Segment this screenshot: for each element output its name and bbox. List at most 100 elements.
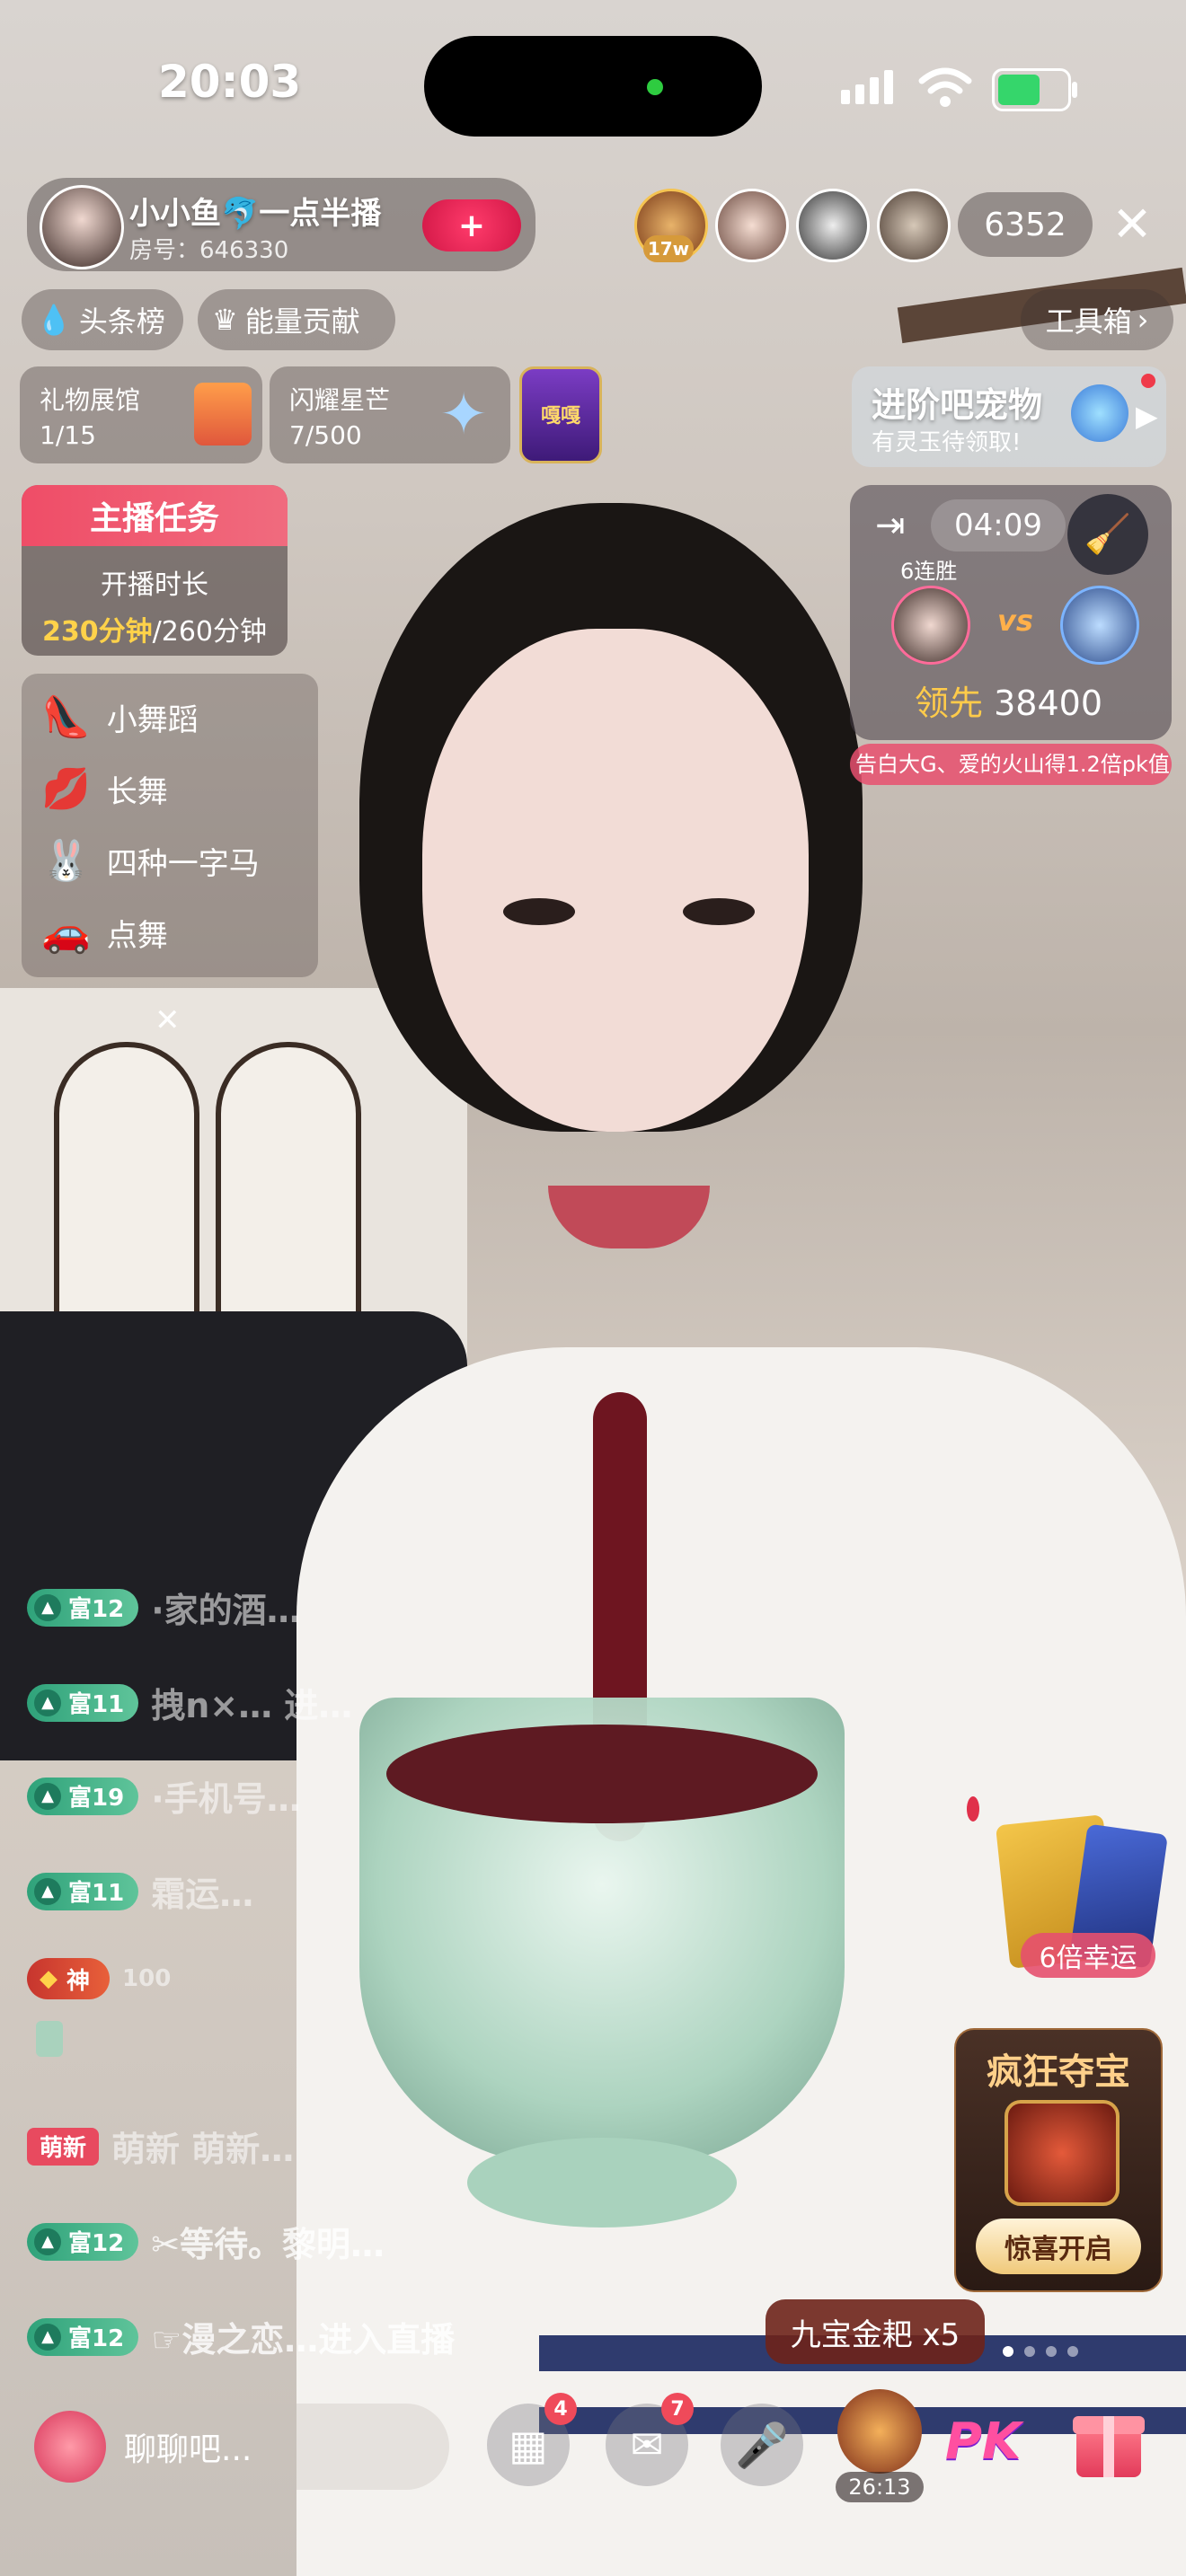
close-icon[interactable]: ✕ — [1107, 199, 1157, 250]
chat-message[interactable]: ◆ 神 100 — [27, 1958, 171, 1999]
viewer-avatar[interactable] — [715, 189, 789, 262]
viewer-avatar[interactable] — [796, 189, 870, 262]
level-badge: ▲ 富12 — [27, 2222, 139, 2261]
menu-item-label: 四种一字马 — [106, 845, 260, 882]
pet-banner-title: 进阶吧宠物 — [872, 385, 1043, 425]
menu-item-label: 长舞 — [106, 773, 168, 810]
energy-contribution-button[interactable]: ♛ 能量贡献 — [198, 289, 395, 350]
chevron-right-icon: › — [1137, 303, 1149, 337]
chat-text: ☞漫之恋…进入直播 — [151, 2320, 456, 2360]
pet-icon — [1071, 384, 1128, 442]
streamer-task-card[interactable]: 主播任务 开播时长 230分钟/260分钟 — [22, 485, 288, 656]
menu-item-small-dance[interactable]: 👠 小舞蹈 — [41, 693, 199, 740]
level-badge: ▲ 富11 — [27, 1683, 139, 1722]
signal-icon — [841, 70, 893, 104]
gift-event-button[interactable] — [837, 2389, 922, 2474]
streamer-avatar[interactable] — [40, 185, 124, 269]
pk-lead-label: 领先 — [915, 684, 984, 723]
face — [422, 629, 809, 1132]
gift-button[interactable] — [1073, 2404, 1145, 2481]
chat-text: 100 — [122, 1965, 172, 1992]
gift-gallery-value: 1/15 — [40, 420, 96, 450]
cup-wine — [386, 1725, 818, 1823]
microphone-button[interactable]: 🎤 — [721, 2404, 803, 2486]
lips-icon: 💋 — [41, 766, 91, 812]
bunny-icon: 🐰 — [41, 838, 91, 884]
close-menu-icon[interactable]: ✕ — [155, 1002, 181, 1038]
streamer-card[interactable]: 小小鱼🐬一点半播 房号：646330 + — [27, 178, 535, 271]
chat-message[interactable]: ▲ 富11 拽n×… 进… — [27, 1678, 352, 1727]
menu-item-split[interactable]: 🐰 四种一字马 — [41, 837, 260, 884]
pk-vs: vs — [997, 604, 1033, 638]
medal-badge[interactable]: 嘎嘎 — [519, 366, 602, 463]
energy-label: 能量贡献 — [244, 304, 360, 339]
gift-event-timer: 26:13 — [836, 2472, 924, 2502]
follow-button[interactable]: + — [422, 199, 521, 251]
chat-message[interactable]: ▲ 富12 ·家的酒… — [27, 1583, 301, 1632]
chat-message[interactable]: ▲ 富12 ✂等待。黎明… — [27, 2217, 385, 2266]
treasure-title: 疯狂夺宝 — [987, 2051, 1130, 2093]
chat-message[interactable]: ▲ 富19 ·手机号… — [27, 1771, 301, 1821]
task-total: /260分钟 — [152, 616, 267, 648]
chat-text: 拽n×… 进… — [151, 1686, 353, 1725]
headline-rank-button[interactable]: 💧 头条榜 — [22, 289, 183, 350]
treasure-chest-icon — [1005, 2100, 1120, 2206]
chat-message[interactable]: 萌新 萌新 萌新… — [27, 2122, 294, 2171]
notification-dot — [967, 1796, 979, 1822]
toolbox-button[interactable]: 工具箱 › — [1021, 289, 1173, 350]
shining-star-title: 闪耀星芒 — [289, 385, 391, 415]
camera-indicator — [647, 79, 663, 95]
level-badge: ▲ 富12 — [27, 1588, 139, 1627]
pk-button[interactable]: PK — [945, 2413, 1021, 2471]
pk-avatar-right[interactable] — [1060, 586, 1139, 665]
level-badge: ▲ 富19 — [27, 1777, 139, 1815]
task-progress: 230分钟 — [42, 616, 153, 648]
chat-message[interactable]: ▲ 富11 霜运… — [27, 1866, 253, 1916]
car-icon: 🚗 — [41, 910, 91, 956]
menu-item-request-dance[interactable]: 🚗 点舞 — [41, 909, 168, 956]
pk-timer: 04:09 — [931, 499, 1066, 551]
chat-text: ·家的酒… — [151, 1591, 301, 1630]
pet-banner[interactable]: 进阶吧宠物 有灵玉待领取! ▶ — [852, 366, 1166, 467]
gift-gallery-card[interactable]: 礼物展馆 1/15 — [20, 366, 262, 463]
wifi-icon — [918, 67, 972, 107]
shining-star-card[interactable]: 闪耀星芒 7/500 ✦ — [270, 366, 510, 463]
messages-badge: 7 — [661, 2393, 694, 2425]
viewer-count[interactable]: 6352 — [958, 192, 1093, 257]
treasure-card[interactable]: 疯狂夺宝 惊喜开启 — [954, 2028, 1163, 2292]
headline-label: 头条榜 — [78, 304, 165, 339]
viewer-rank-badge: 17w — [643, 235, 694, 262]
room-number: 房号：646330 — [129, 237, 289, 264]
chat-text: 萌新 萌新… — [111, 2130, 295, 2169]
shining-star-value: 7/500 — [289, 420, 362, 450]
microphone-icon: 🎤 — [735, 2420, 789, 2471]
grid-icon: ▦ — [509, 2421, 548, 2469]
chat-input[interactable]: 聊聊吧... — [27, 2404, 449, 2490]
flame-icon: 💧 — [36, 303, 72, 337]
menu-item-long-dance[interactable]: 💋 长舞 — [41, 765, 168, 812]
eye-right — [683, 898, 755, 925]
cup-base — [467, 2138, 737, 2228]
exit-icon[interactable]: ⇥ — [875, 505, 906, 546]
chat-text: ✂等待。黎明… — [151, 2225, 385, 2264]
pk-avatar-left[interactable] — [891, 586, 970, 665]
gift-box-icon — [194, 383, 252, 446]
pk-panel[interactable]: ⇥ 04:09 🧹 6连胜 vs 领先 38400 — [850, 485, 1172, 740]
play-arrow-icon: ▶ — [1136, 399, 1158, 433]
apps-badge: 4 — [544, 2393, 577, 2425]
viewer-avatar[interactable] — [877, 189, 951, 262]
message-icon: ✉ — [630, 2422, 664, 2468]
pk-lead-value: 38400 — [994, 684, 1102, 723]
chat-message[interactable]: ▲ 富12 ☞漫之恋…进入直播 — [27, 2312, 455, 2361]
broom-icon[interactable]: 🧹 — [1067, 494, 1148, 575]
toolbox-label: 工具箱 — [1045, 304, 1132, 339]
robot-icon — [34, 2411, 106, 2483]
pet-banner-subtitle: 有灵玉待领取! — [872, 429, 1022, 456]
dynamic-island — [424, 36, 762, 137]
shield-icon: ◆ — [40, 1965, 58, 1992]
lucky-label[interactable]: 6倍幸运 — [1021, 1933, 1155, 1978]
newbie-badge: 萌新 — [27, 2127, 100, 2166]
gift-gallery-title: 礼物展馆 — [40, 385, 141, 415]
gift-combo-popup: 九宝金耙 x5 — [766, 2299, 985, 2364]
treasure-open-button[interactable]: 惊喜开启 — [976, 2219, 1141, 2274]
